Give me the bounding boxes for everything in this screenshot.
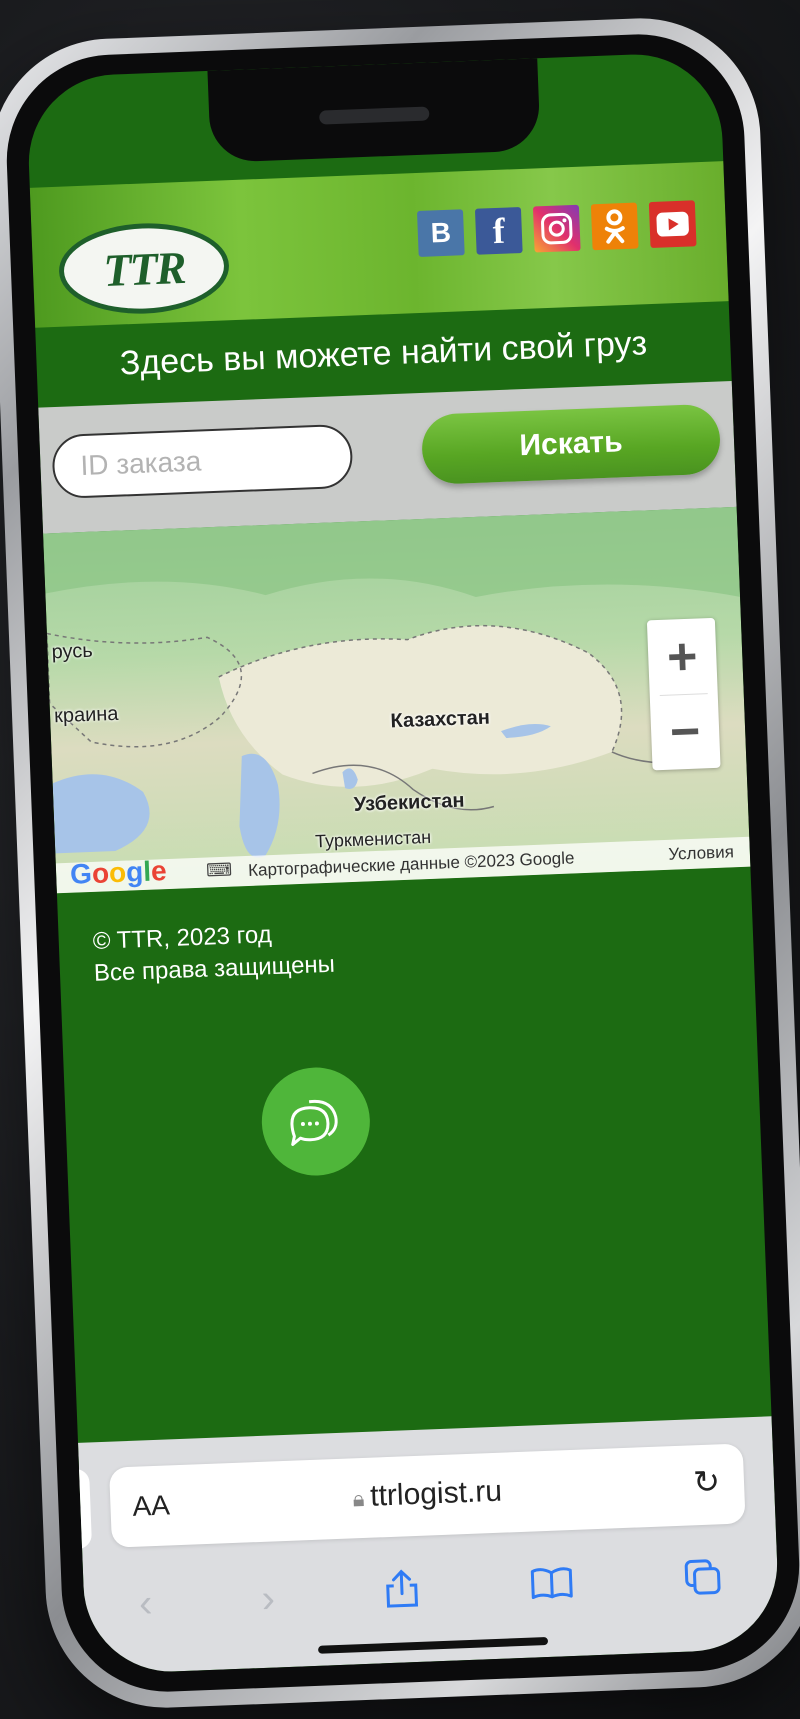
map-label-ukraine: краина — [53, 702, 119, 728]
browser-nav-toolbar: ‹ › — [83, 1544, 779, 1641]
phone-mockup: TTR B f Здесь вы можете найти свой груз … — [0, 13, 800, 1713]
share-glyph — [386, 1569, 419, 1608]
instagram-icon[interactable] — [532, 204, 581, 253]
google-map[interactable]: русь краина Казахстан Узбекистан Туркмен… — [43, 506, 751, 894]
map-label-belarus: русь — [51, 639, 94, 664]
map-terms-link[interactable]: Условия — [668, 842, 734, 864]
facebook-icon[interactable]: f — [474, 206, 523, 255]
bookmarks-icon[interactable] — [529, 1564, 575, 1612]
vk-icon[interactable]: B — [416, 209, 465, 257]
youtube-glyph — [656, 211, 689, 237]
map-attribution: Картографические данные ©2023 Google — [247, 848, 575, 880]
order-id-input[interactable] — [51, 423, 354, 500]
lock-icon: 🔒︎ — [352, 1485, 365, 1512]
logo-text: TTR — [102, 241, 186, 296]
tabs-icon[interactable] — [682, 1556, 724, 1607]
map-zoom-control: + − — [646, 617, 721, 771]
phone-screen: TTR B f Здесь вы можете найти свой груз … — [25, 51, 781, 1675]
youtube-icon[interactable] — [648, 200, 697, 249]
tabs-glyph — [684, 1559, 721, 1595]
url-display: 🔒︎ ttrlogist.ru — [110, 1465, 745, 1523]
share-icon[interactable] — [383, 1567, 421, 1620]
google-logo[interactable]: Google — [70, 855, 168, 891]
url-text: ttrlogist.ru — [369, 1474, 503, 1513]
search-button[interactable]: Искать — [420, 403, 722, 485]
safari-toolbar: AA 🔒︎ ttrlogist.ru ↻ ‹ › — [39, 1416, 781, 1675]
footer-copyright: © TTR, 2023 год Все права защищены — [92, 917, 335, 990]
zoom-out-button[interactable]: − — [650, 693, 721, 771]
home-indicator — [317, 1637, 549, 1654]
site-header: TTR B f — [29, 161, 729, 328]
forward-icon[interactable]: › — [261, 1576, 276, 1621]
vk-label: B — [430, 216, 452, 249]
odnoklassniki-icon[interactable] — [590, 202, 639, 251]
chat-button[interactable] — [259, 1065, 372, 1178]
odnoklassniki-glyph — [604, 209, 625, 244]
address-bar[interactable]: AA 🔒︎ ttrlogist.ru ↻ — [108, 1443, 746, 1548]
instagram-glyph — [541, 212, 573, 245]
keyboard-icon[interactable]: ⌨ — [206, 860, 233, 882]
bookmarks-glyph — [530, 1567, 573, 1600]
map-label-kazakhstan: Казахстан — [390, 706, 491, 733]
facebook-label: f — [492, 210, 506, 252]
back-icon[interactable]: ‹ — [138, 1581, 153, 1626]
social-links: B f — [416, 200, 697, 257]
ttr-logo[interactable]: TTR — [57, 220, 231, 317]
page-tagline: Здесь вы можете найти свой груз — [119, 324, 648, 383]
map-label-uzbekistan: Узбекистан — [353, 789, 465, 816]
chat-bubbles-icon — [290, 1099, 338, 1146]
reload-icon[interactable]: ↻ — [692, 1462, 720, 1501]
zoom-in-button[interactable]: + — [647, 618, 718, 696]
background: TTR B f Здесь вы можете найти свой груз … — [0, 0, 800, 1719]
